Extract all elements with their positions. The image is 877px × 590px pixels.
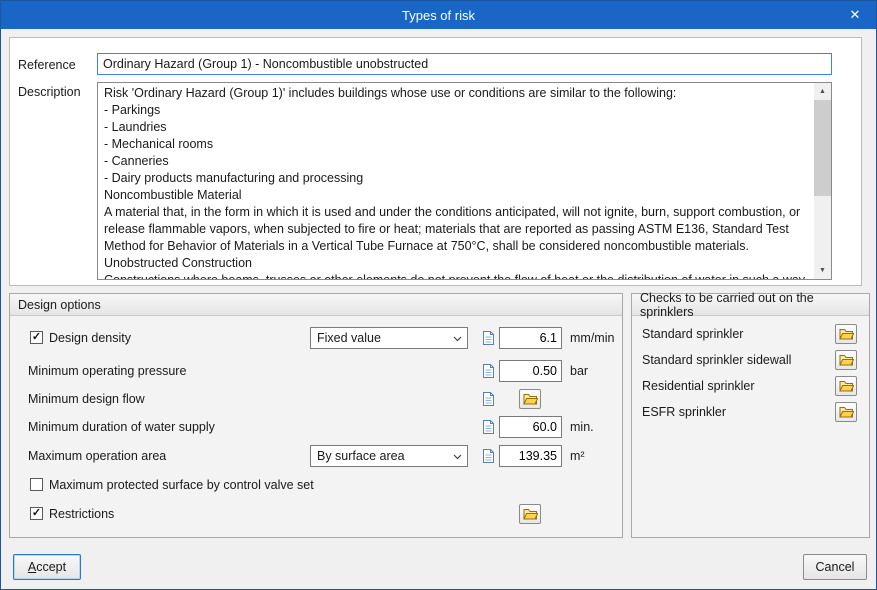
notes-icon[interactable]	[480, 448, 496, 464]
dialog-title: Types of risk	[402, 7, 475, 23]
min-duration-row: Minimum duration of water supply min.	[10, 416, 622, 438]
min-duration-input[interactable]	[499, 416, 562, 438]
check-label: ESFR sprinkler	[642, 405, 727, 419]
chevron-down-icon	[453, 336, 462, 342]
description-textarea[interactable]: Risk 'Ordinary Hazard (Group 1)' include…	[97, 82, 832, 280]
max-area-unit: m²	[570, 449, 585, 463]
open-folder-icon[interactable]	[835, 402, 857, 422]
notes-icon[interactable]	[480, 419, 496, 435]
min-pressure-unit: bar	[570, 364, 589, 378]
restrictions-label: Restrictions	[49, 507, 115, 521]
scroll-down-icon[interactable]: ▼	[814, 262, 831, 279]
open-folder-icon[interactable]	[835, 324, 857, 344]
min-pressure-row: Minimum operating pressure bar	[10, 360, 622, 382]
restrictions-row: ✓ Restrictions	[10, 503, 622, 525]
open-folder-icon[interactable]	[835, 376, 857, 396]
description-label: Description	[18, 85, 81, 99]
check-row-standard: Standard sprinkler	[632, 323, 869, 345]
max-protected-checkbox[interactable]	[30, 478, 43, 491]
max-area-label: Maximum operation area	[28, 449, 167, 463]
description-text: Risk 'Ordinary Hazard (Group 1)' include…	[104, 86, 806, 280]
sprinkler-checks-title: Checks to be carried out on the sprinkle…	[632, 291, 869, 319]
accept-accelerator: A	[27, 560, 37, 574]
design-options-title: Design options	[10, 294, 622, 316]
open-folder-icon[interactable]	[519, 504, 541, 524]
risk-info-panel: Reference Description Risk 'Ordinary Haz…	[9, 37, 862, 286]
cancel-button[interactable]: Cancel	[803, 554, 867, 580]
restrictions-checkbox[interactable]: ✓	[30, 507, 43, 520]
description-scrollbar[interactable]: ▲ ▼	[814, 83, 831, 279]
check-label: Standard sprinkler	[642, 327, 744, 341]
design-density-checkbox[interactable]: ✓	[30, 331, 43, 344]
close-icon[interactable]: ✕	[834, 1, 876, 29]
dialog-types-of-risk: Types of risk ✕ Reference Description Ri…	[0, 0, 877, 590]
notes-icon[interactable]	[480, 330, 496, 346]
check-row-sidewall: Standard sprinkler sidewall	[632, 349, 869, 371]
reference-input[interactable]	[97, 53, 832, 75]
min-duration-label: Minimum duration of water supply	[28, 420, 215, 434]
max-area-dropdown-value: By surface area	[317, 449, 405, 463]
design-options-group: Design options ✓ Design density Fixed va…	[9, 293, 623, 538]
notes-icon[interactable]	[480, 391, 496, 407]
titlebar[interactable]: Types of risk ✕	[1, 1, 876, 29]
design-density-dropdown[interactable]: Fixed value	[310, 327, 468, 349]
check-label: Standard sprinkler sidewall	[642, 353, 792, 367]
design-density-unit: mm/min	[570, 331, 615, 345]
design-density-dropdown-value: Fixed value	[317, 331, 381, 345]
open-folder-icon[interactable]	[519, 389, 541, 409]
min-pressure-label: Minimum operating pressure	[28, 364, 187, 378]
chevron-down-icon	[453, 454, 462, 460]
reference-label: Reference	[18, 58, 76, 72]
design-density-row: ✓ Design density Fixed value mm/min	[10, 327, 622, 349]
min-flow-row: Minimum design flow	[10, 388, 622, 410]
max-area-input[interactable]	[499, 445, 562, 467]
check-row-esfr: ESFR sprinkler	[632, 401, 869, 423]
open-folder-icon[interactable]	[835, 350, 857, 370]
max-protected-row: Maximum protected surface by control val…	[10, 474, 622, 496]
sprinkler-checks-group: Checks to be carried out on the sprinkle…	[631, 291, 870, 538]
accept-button[interactable]: Accept	[13, 554, 81, 580]
notes-icon[interactable]	[480, 363, 496, 379]
max-area-row: Maximum operation area By surface area m…	[10, 445, 622, 467]
accept-label-rest: ccept	[36, 560, 67, 574]
min-flow-label: Minimum design flow	[28, 392, 145, 406]
min-pressure-input[interactable]	[499, 360, 562, 382]
max-area-dropdown[interactable]: By surface area	[310, 445, 468, 467]
design-density-input[interactable]	[499, 327, 562, 349]
check-row-residential: Residential sprinkler	[632, 375, 869, 397]
design-density-label: Design density	[49, 331, 131, 345]
max-protected-label: Maximum protected surface by control val…	[49, 478, 314, 492]
scrollbar-thumb[interactable]	[814, 100, 831, 196]
scroll-up-icon[interactable]: ▲	[814, 83, 831, 100]
check-label: Residential sprinkler	[642, 379, 755, 393]
min-duration-unit: min.	[570, 420, 594, 434]
